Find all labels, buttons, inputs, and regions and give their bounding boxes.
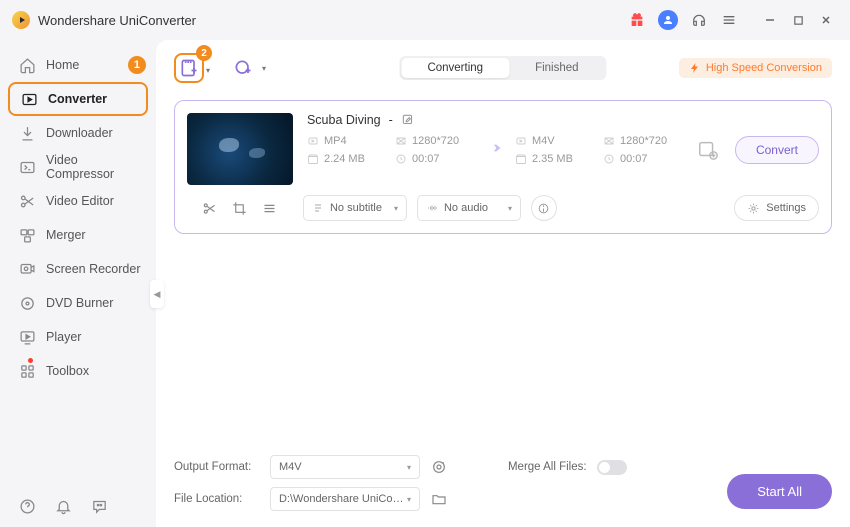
merge-label: Merge All Files: [508, 461, 587, 473]
sidebar-item-toolbox[interactable]: Toolbox [0, 354, 156, 388]
recorder-icon [18, 260, 36, 278]
sidebar: Home 1 Converter Downloader Video Compre… [0, 40, 156, 527]
tab-converting[interactable]: Converting [401, 58, 509, 78]
add-from-device-button[interactable]: ▾ [228, 53, 258, 83]
sidebar-item-label: Home [46, 58, 79, 72]
file-card: Scuba Diving - MP4 1280*720 2.24 MB [174, 100, 832, 234]
card-settings-button[interactable]: Settings [734, 195, 819, 221]
home-icon [18, 56, 36, 74]
src-format: MP4 [307, 135, 383, 147]
dst-duration: 00:07 [603, 153, 679, 165]
toolbox-icon [18, 362, 36, 380]
src-duration: 00:07 [395, 153, 471, 165]
disc-icon [18, 294, 36, 312]
bell-icon[interactable] [54, 497, 72, 515]
toolbar: ▾ 2 ▾ Converting Finished High Speed Con… [156, 40, 850, 96]
hamburger-menu-icon[interactable] [720, 11, 738, 29]
arrow-icon [481, 138, 505, 163]
notification-dot [28, 358, 33, 363]
start-all-button[interactable]: Start All [727, 474, 832, 509]
output-settings-icon[interactable] [695, 137, 721, 163]
footer: Output Format: M4V▾ Merge All Files: Fil… [156, 445, 850, 527]
app-logo [12, 11, 30, 29]
merge-toggle[interactable] [597, 460, 627, 475]
tab-finished[interactable]: Finished [509, 58, 604, 78]
status-tabs: Converting Finished [399, 56, 606, 80]
chevron-down-icon: ▾ [206, 66, 210, 75]
annotation-step-1: 1 [128, 56, 146, 74]
info-button[interactable] [531, 195, 557, 221]
feedback-icon[interactable] [90, 497, 108, 515]
dst-resolution: 1280*720 [603, 135, 679, 147]
sidebar-item-label: Video Editor [46, 194, 114, 208]
edit-title-icon[interactable] [401, 113, 415, 127]
sidebar-item-label: Player [46, 330, 81, 344]
convert-button[interactable]: Convert [735, 136, 819, 164]
file-title: Scuba Diving [307, 113, 381, 127]
sidebar-item-label: Converter [48, 92, 107, 106]
sidebar-item-label: DVD Burner [46, 296, 113, 310]
sidebar-item-player[interactable]: Player [0, 320, 156, 354]
add-files-button[interactable]: ▾ 2 [174, 53, 204, 83]
collapse-sidebar-button[interactable]: ◀ [150, 280, 164, 308]
output-format-select[interactable]: M4V▾ [270, 455, 420, 479]
high-speed-badge[interactable]: High Speed Conversion [679, 58, 832, 78]
player-icon [18, 328, 36, 346]
sidebar-item-dvd[interactable]: DVD Burner [0, 286, 156, 320]
file-location-label: File Location: [174, 493, 260, 505]
crop-icon[interactable] [232, 200, 248, 216]
video-thumbnail[interactable] [187, 113, 293, 185]
app-title: Wondershare UniConverter [38, 13, 628, 28]
sidebar-item-label: Merger [46, 228, 86, 242]
sidebar-item-editor[interactable]: Video Editor [0, 184, 156, 218]
gift-icon[interactable] [628, 11, 646, 29]
chevron-down-icon: ▾ [262, 64, 266, 73]
sidebar-item-label: Video Compressor [46, 153, 144, 181]
maximize-button[interactable] [786, 8, 810, 32]
sidebar-item-home[interactable]: Home 1 [0, 48, 156, 82]
main-panel: ▾ 2 ▾ Converting Finished High Speed Con… [156, 40, 850, 527]
compressor-icon [18, 158, 36, 176]
more-icon[interactable] [262, 200, 278, 216]
headset-icon[interactable] [690, 11, 708, 29]
annotation-step-2: 2 [196, 45, 212, 61]
sidebar-item-label: Downloader [46, 126, 113, 140]
trim-icon[interactable] [202, 200, 218, 216]
open-folder-icon[interactable] [430, 490, 448, 508]
subtitle-select[interactable]: No subtitle▾ [303, 195, 407, 221]
download-icon [18, 124, 36, 142]
output-preset-icon[interactable] [430, 458, 448, 476]
sidebar-item-compressor[interactable]: Video Compressor [0, 150, 156, 184]
minimize-button[interactable] [758, 8, 782, 32]
sidebar-item-label: Screen Recorder [46, 262, 141, 276]
src-size: 2.24 MB [307, 153, 383, 165]
merger-icon [18, 226, 36, 244]
sidebar-item-downloader[interactable]: Downloader [0, 116, 156, 150]
sidebar-item-recorder[interactable]: Screen Recorder [0, 252, 156, 286]
audio-select[interactable]: No audio▾ [417, 195, 521, 221]
file-location-select[interactable]: D:\Wondershare UniConverter 1▾ [270, 487, 420, 511]
sidebar-item-label: Toolbox [46, 364, 89, 378]
output-format-label: Output Format: [174, 461, 260, 473]
dst-format: M4V [515, 135, 591, 147]
dst-size: 2.35 MB [515, 153, 591, 165]
scissors-icon [18, 192, 36, 210]
src-resolution: 1280*720 [395, 135, 471, 147]
sidebar-item-merger[interactable]: Merger [0, 218, 156, 252]
converter-icon [20, 90, 38, 108]
titlebar: Wondershare UniConverter [0, 0, 850, 40]
help-icon[interactable] [18, 497, 36, 515]
sidebar-item-converter[interactable]: Converter [8, 82, 148, 116]
file-title-dash: - [389, 113, 393, 127]
close-button[interactable] [814, 8, 838, 32]
user-avatar-icon[interactable] [658, 10, 678, 30]
